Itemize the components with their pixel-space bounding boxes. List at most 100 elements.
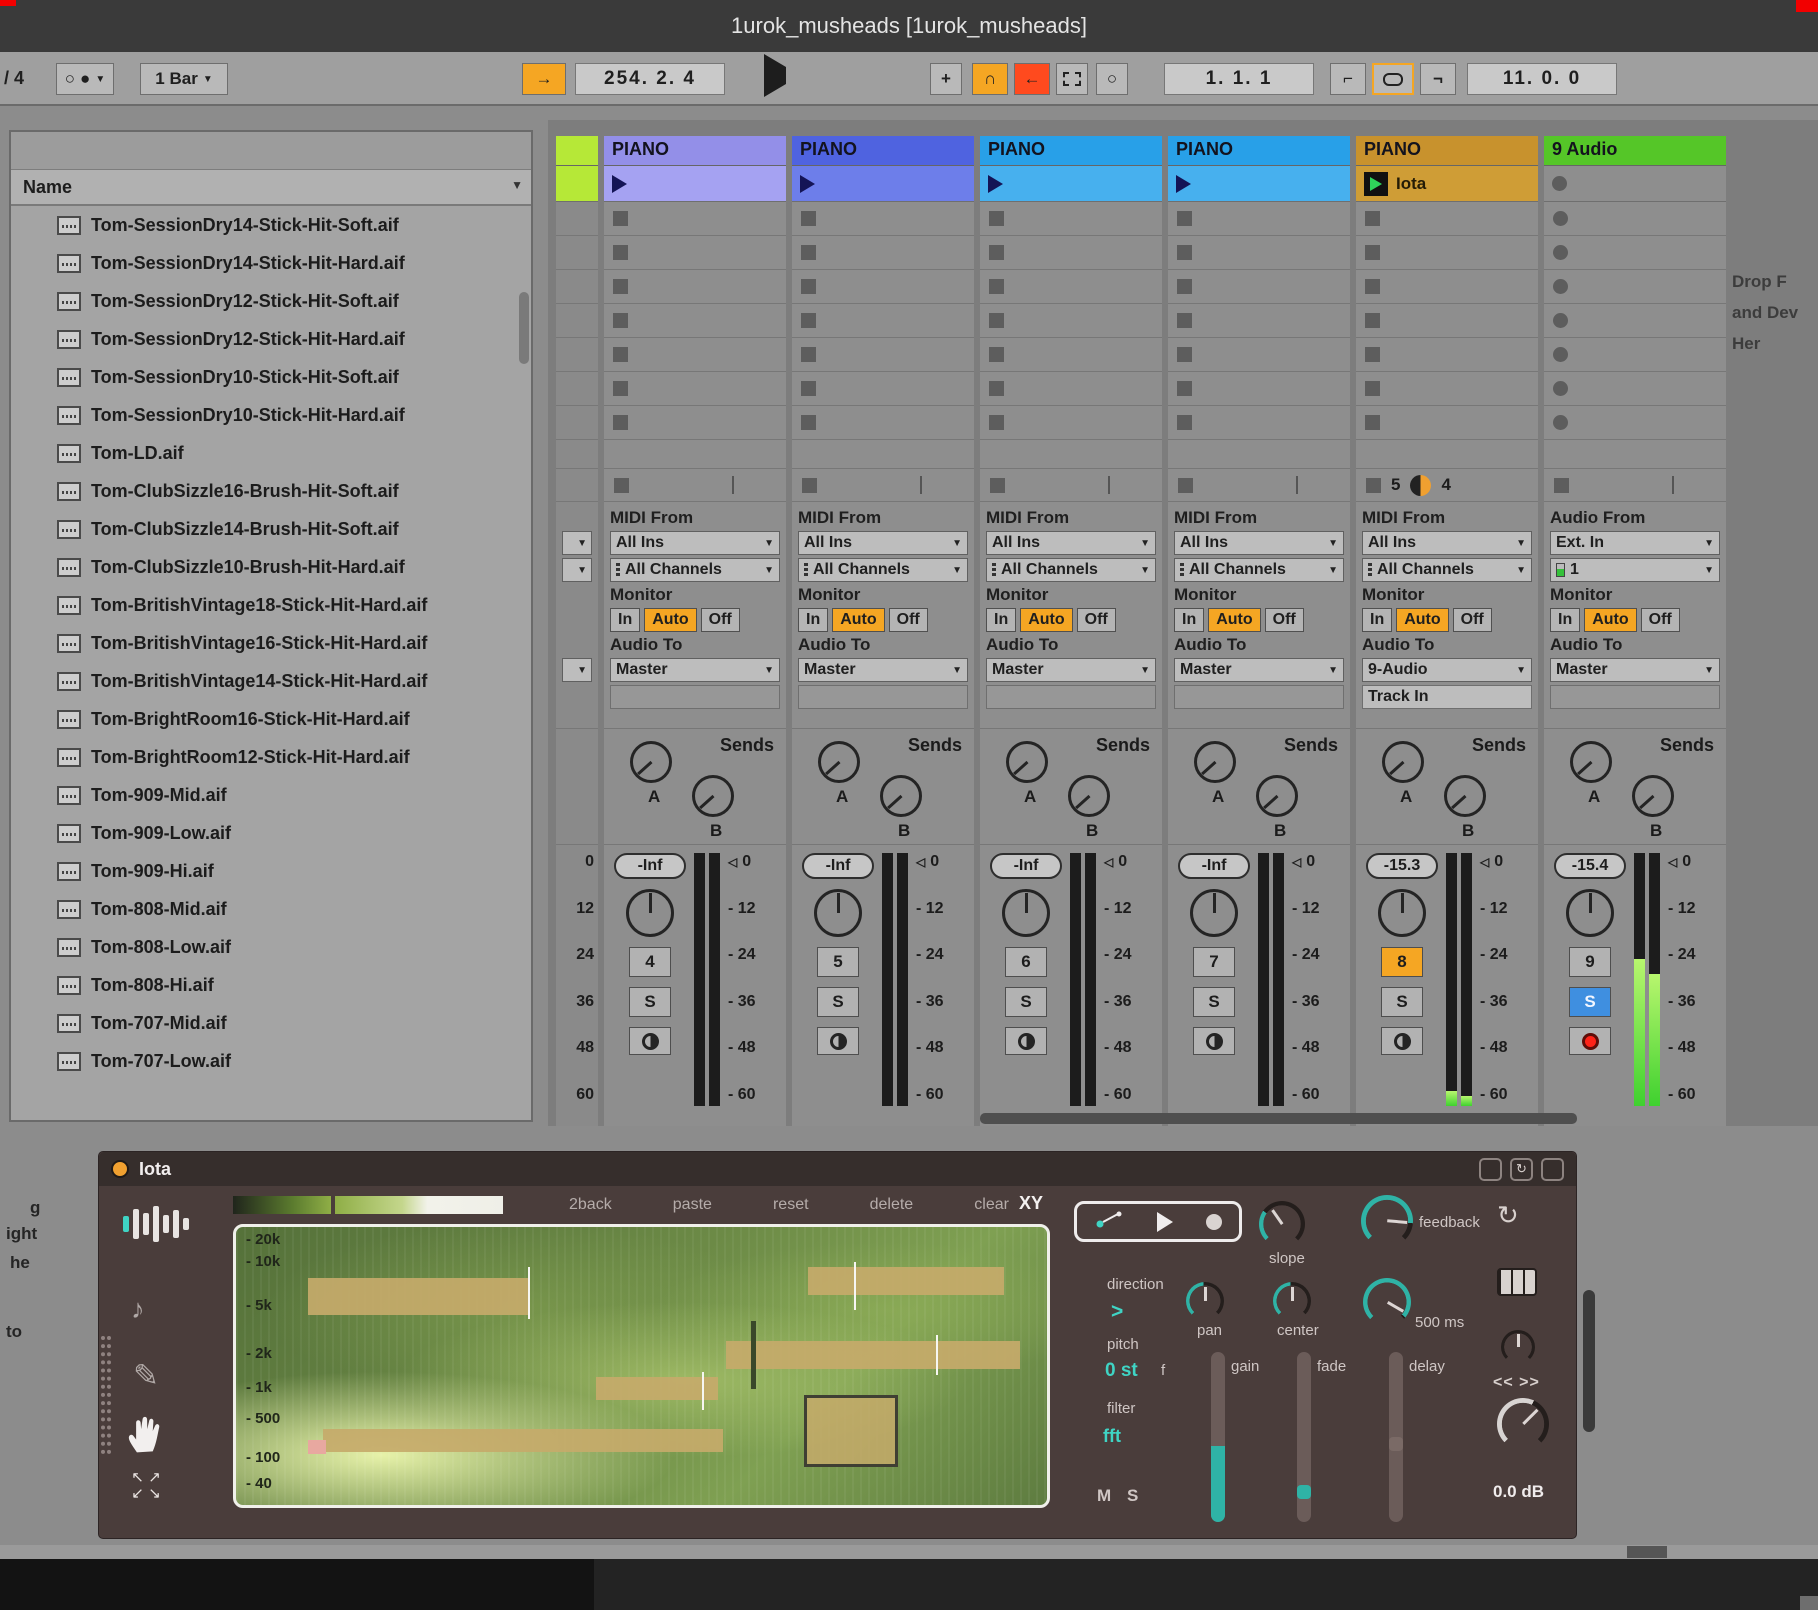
- output-chooser[interactable]: Master▼: [1550, 658, 1720, 682]
- loop-length-display[interactable]: 11. 0. 0: [1467, 63, 1617, 95]
- file-row[interactable]: Tom-BritishVintage18-Stick-Hit-Hard.aif: [11, 586, 531, 624]
- draw-mode-button[interactable]: ○: [1096, 63, 1128, 95]
- back-to-arrangement-button[interactable]: ←: [1014, 63, 1050, 95]
- output-chooser[interactable]: 9-Audio▼: [1362, 658, 1532, 682]
- monitor-in-button[interactable]: In: [798, 608, 828, 632]
- follow-button[interactable]: →: [522, 63, 566, 95]
- clip-slot[interactable]: [980, 406, 1162, 440]
- input-channel-chooser[interactable]: All Channels▼: [798, 558, 968, 582]
- send-a-knob[interactable]: [818, 741, 860, 783]
- grain-region[interactable]: [808, 1267, 1004, 1295]
- clip-overdub-button[interactable]: [1056, 63, 1088, 95]
- float-window-button[interactable]: [1479, 1158, 1502, 1181]
- track-header[interactable]: PIANO: [1356, 136, 1538, 166]
- clip-slot[interactable]: [1356, 406, 1538, 440]
- note-mode-icon[interactable]: ♪: [131, 1294, 145, 1325]
- input-type-chooser[interactable]: All Ins▼: [1174, 531, 1344, 555]
- waveform-icon[interactable]: [123, 1202, 193, 1246]
- hand-tool-icon[interactable]: [125, 1412, 165, 1459]
- input-channel-chooser[interactable]: All Channels▼: [1174, 558, 1344, 582]
- output-level-knob[interactable]: [1497, 1398, 1549, 1450]
- monitor-off-button[interactable]: Off: [1077, 608, 1116, 632]
- file-row[interactable]: Tom-LD.aif: [11, 434, 531, 472]
- automation-arm-button[interactable]: ∩: [972, 63, 1008, 95]
- input-type-chooser[interactable]: All Ins▼: [798, 531, 968, 555]
- time-knob[interactable]: [1363, 1278, 1411, 1326]
- clip-slot[interactable]: [980, 304, 1162, 338]
- clip-slot[interactable]: [980, 236, 1162, 270]
- grain-region-pink[interactable]: [308, 1440, 326, 1454]
- clip-slot[interactable]: [980, 338, 1162, 372]
- output-chooser[interactable]: Master▼: [610, 658, 780, 682]
- clip-slot-playing[interactable]: [1168, 166, 1350, 202]
- input-channel-chooser[interactable]: 1▼: [1550, 558, 1720, 582]
- device-titlebar[interactable]: Iota ↻: [99, 1152, 1576, 1186]
- output-routing-box[interactable]: Track In: [1362, 685, 1532, 709]
- clip-launch-button[interactable]: [1364, 172, 1388, 196]
- xy-mode-button[interactable]: XY: [1019, 1193, 1043, 1214]
- clip-slot[interactable]: [1356, 236, 1538, 270]
- solo-button[interactable]: S: [817, 987, 859, 1017]
- clip-slot[interactable]: [1168, 372, 1350, 406]
- clip-slot[interactable]: [1544, 166, 1726, 202]
- file-row[interactable]: Tom-707-Mid.aif: [11, 1004, 531, 1042]
- clip-slot[interactable]: [1544, 236, 1726, 270]
- file-row[interactable]: Tom-808-Hi.aif: [11, 966, 531, 1004]
- slope-knob[interactable]: [1259, 1201, 1305, 1247]
- arm-button[interactable]: [1569, 1027, 1611, 1055]
- file-row[interactable]: Tom-808-Mid.aif: [11, 890, 531, 928]
- range-gradient-bar[interactable]: [335, 1196, 503, 1214]
- clip-slot[interactable]: [604, 304, 786, 338]
- pan-knob[interactable]: [626, 889, 674, 937]
- device-menu-item[interactable]: paste: [673, 1196, 712, 1214]
- clip-slot-playing[interactable]: Iota: [1356, 166, 1538, 202]
- clip-slot-playing[interactable]: [980, 166, 1162, 202]
- monitor-auto-button[interactable]: Auto: [832, 608, 884, 632]
- solo-button[interactable]: S: [1193, 987, 1235, 1017]
- status-strip-handle[interactable]: [1627, 1546, 1667, 1558]
- nudge-knob[interactable]: [1501, 1330, 1535, 1364]
- monitor-in-button[interactable]: In: [986, 608, 1016, 632]
- clip-slot[interactable]: [980, 372, 1162, 406]
- scene-header-cell[interactable]: [556, 136, 598, 166]
- clip-slot[interactable]: [1544, 338, 1726, 372]
- scene-slot[interactable]: [556, 270, 598, 304]
- solo-button[interactable]: S: [1569, 987, 1611, 1017]
- volume-display[interactable]: -15.4: [1554, 853, 1626, 879]
- direction-value[interactable]: >: [1111, 1300, 1123, 1324]
- monitor-off-button[interactable]: Off: [1265, 608, 1304, 632]
- output-channel-box[interactable]: [986, 685, 1156, 709]
- clip-slot[interactable]: [1168, 202, 1350, 236]
- monitor-off-button[interactable]: Off: [1453, 608, 1492, 632]
- output-channel-box[interactable]: [1174, 685, 1344, 709]
- file-row[interactable]: Tom-SessionDry14-Stick-Hit-Soft.aif: [11, 206, 531, 244]
- metronome-button[interactable]: ○●▼: [56, 63, 114, 95]
- input-type-chooser[interactable]: Ext. In▼: [1550, 531, 1720, 555]
- pan-knob[interactable]: [1190, 889, 1238, 937]
- output-chooser[interactable]: Master▼: [1174, 658, 1344, 682]
- file-row[interactable]: Tom-ClubSizzle10-Brush-Hit-Hard.aif: [11, 548, 531, 586]
- pitch-value[interactable]: 0 st: [1105, 1360, 1138, 1382]
- clip-slot[interactable]: [604, 202, 786, 236]
- pan-knob-device[interactable]: [1186, 1282, 1224, 1320]
- send-b-knob[interactable]: [1444, 775, 1486, 817]
- pencil-tool-icon[interactable]: ✎: [133, 1358, 159, 1394]
- solo-button[interactable]: S: [1005, 987, 1047, 1017]
- loop-switch[interactable]: [1372, 63, 1414, 95]
- input-channel-chooser[interactable]: All Channels▼: [1362, 558, 1532, 582]
- clip-slot[interactable]: [1544, 372, 1726, 406]
- file-row[interactable]: Tom-707-Low.aif: [11, 1042, 531, 1080]
- clip-slot[interactable]: [604, 270, 786, 304]
- monitor-auto-button[interactable]: Auto: [1584, 608, 1636, 632]
- clip-slot[interactable]: [1544, 406, 1726, 440]
- output-chooser[interactable]: Master▼: [798, 658, 968, 682]
- arm-button[interactable]: [1193, 1027, 1235, 1055]
- volume-display[interactable]: -Inf: [802, 853, 874, 879]
- clip-slot[interactable]: [1168, 304, 1350, 338]
- clip-slot[interactable]: [792, 304, 974, 338]
- clip-slot[interactable]: [1356, 372, 1538, 406]
- device-play-icon[interactable]: [1157, 1212, 1173, 1232]
- clip-slot-playing[interactable]: [792, 166, 974, 202]
- scene-launch-slot[interactable]: [556, 166, 598, 202]
- fade-slider[interactable]: [1297, 1352, 1311, 1522]
